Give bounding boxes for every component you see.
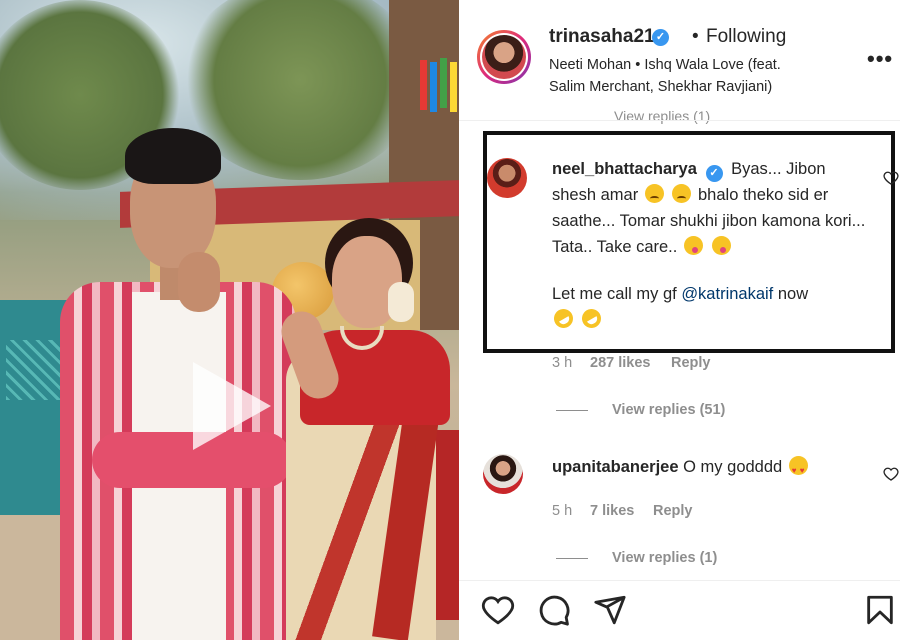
sad-face-emoji-icon [644, 184, 664, 203]
view-replies-link[interactable]: View replies (51) [612, 402, 725, 418]
view-replies-link[interactable]: View replies (1) [612, 550, 717, 566]
media-flag [440, 58, 447, 108]
rofl-emoji-icon [550, 305, 577, 332]
comment-username[interactable]: upanitabanerjee [552, 458, 679, 476]
heart-icon[interactable] [883, 466, 899, 482]
avatar-frame [480, 33, 528, 81]
comment-time: 3 h [552, 355, 573, 371]
media-flag [430, 62, 437, 112]
author-avatar[interactable] [477, 30, 531, 84]
comment-username[interactable]: neel_bhattacharya [552, 160, 697, 178]
comment-time: 5 h [552, 503, 573, 519]
media-flag [450, 62, 457, 112]
heart-eyes-emoji-icon [788, 456, 808, 484]
mention-link[interactable]: @katrinakaif [681, 285, 773, 303]
verified-badge-icon: ✓ [652, 29, 669, 46]
header-divider [459, 120, 900, 121]
action-bar [459, 580, 900, 640]
comment-text: Let me call my gf [552, 285, 677, 303]
comment-body: neel_bhattacharya ✓ Byas... Jibon shesh … [552, 156, 872, 260]
following-button[interactable]: Following [706, 26, 786, 48]
audio-track-link[interactable]: Neeti Mohan • Ishq Wala Love (feat. Sali… [549, 54, 819, 98]
comment-body: upanitabanerjee O my godddd [552, 454, 872, 484]
replies-divider [556, 558, 588, 559]
man-hand [178, 252, 220, 312]
post-header: trinasaha21 ✓ • Following Neeti Mohan • … [459, 0, 900, 104]
rofl-emoji-icon [578, 305, 605, 332]
comment-body: Let me call my gf @katrinakaif now [550, 281, 872, 333]
bookmark-icon[interactable] [863, 593, 897, 627]
comment-likes[interactable]: 7 likes [590, 503, 634, 519]
paper-plane-icon[interactable] [593, 593, 627, 627]
commenter-avatar[interactable] [487, 158, 527, 198]
author-username[interactable]: trinasaha21 [549, 26, 655, 48]
heart-icon[interactable] [883, 170, 899, 186]
zany-face-emoji-icon [711, 236, 731, 255]
comment-text: O my godddd [683, 458, 783, 476]
post-panel: trinasaha21 ✓ • Following Neeti Mohan • … [459, 0, 900, 640]
avatar-image [482, 35, 526, 79]
play-button[interactable] [180, 350, 290, 460]
comment-icon[interactable] [537, 593, 571, 627]
heart-icon[interactable] [481, 593, 515, 627]
man-hair [125, 128, 221, 184]
replies-divider [556, 410, 588, 411]
reply-button[interactable]: Reply [671, 355, 711, 371]
verified-badge-icon: ✓ [705, 165, 723, 182]
comment-likes[interactable]: 287 likes [590, 355, 650, 371]
view-replies-link[interactable]: View replies (1) [614, 108, 710, 124]
comment-text: now [777, 285, 809, 303]
commenter-avatar[interactable] [483, 454, 523, 494]
post-media[interactable] [0, 0, 459, 640]
reply-button[interactable]: Reply [653, 503, 693, 519]
media-flag [420, 60, 427, 110]
sad-face-emoji-icon [672, 184, 692, 203]
header-separator: • [692, 26, 699, 47]
zany-face-emoji-icon [683, 236, 703, 255]
woman-hair-flower [388, 282, 414, 322]
more-options-button[interactable]: ••• [867, 46, 893, 72]
